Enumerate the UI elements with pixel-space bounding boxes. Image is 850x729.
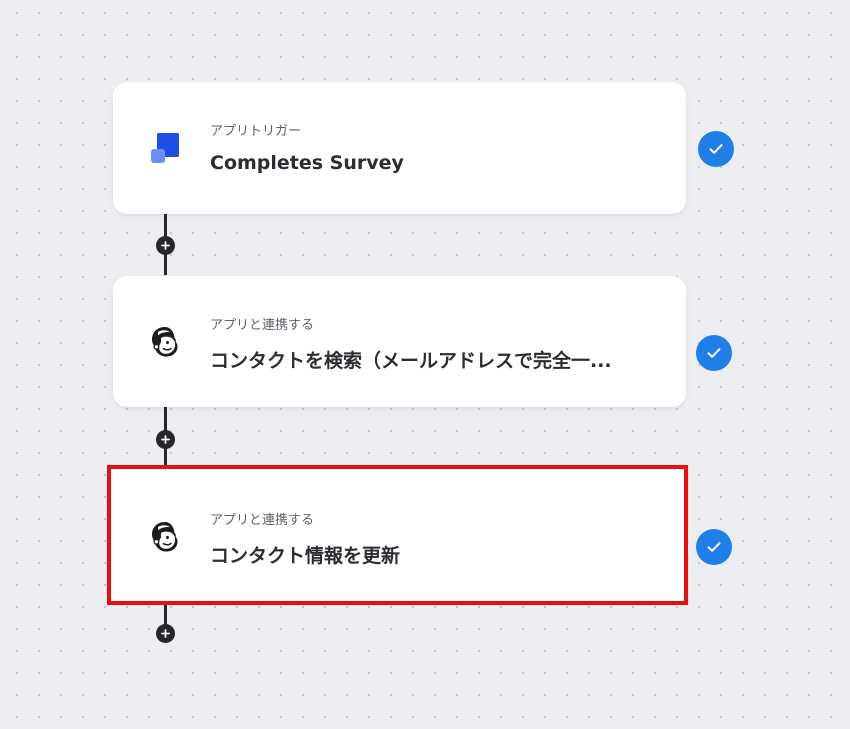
mailchimp-icon	[145, 322, 185, 362]
step-completed-check-icon	[696, 529, 732, 565]
step-title: コンタクト情報を更新	[210, 545, 401, 567]
step-title: コンタクトを検索（メールアドレスで完全一...	[210, 350, 612, 372]
flow-step-card-trigger[interactable]: アプリトリガー Completes Survey	[113, 82, 686, 214]
flow-step-card-update-contact[interactable]: アプリと連携する コンタクト情報を更新	[107, 465, 688, 605]
add-step-button[interactable]	[156, 430, 175, 449]
plus-icon	[161, 435, 170, 444]
flow-step-card-search-contact[interactable]: アプリと連携する コンタクトを検索（メールアドレスで完全一...	[113, 276, 686, 407]
step-completed-check-icon	[698, 131, 734, 167]
plus-icon	[161, 629, 170, 638]
step-completed-check-icon	[696, 335, 732, 371]
add-step-button[interactable]	[156, 624, 175, 643]
app-trigger-icon	[145, 128, 185, 168]
step-label: アプリと連携する	[210, 318, 315, 333]
add-step-button[interactable]	[156, 236, 175, 255]
plus-icon	[161, 241, 170, 250]
mailchimp-icon	[145, 517, 185, 557]
step-label: アプリと連携する	[210, 513, 315, 528]
step-label: アプリトリガー	[210, 124, 302, 139]
step-title: Completes Survey	[210, 152, 404, 174]
